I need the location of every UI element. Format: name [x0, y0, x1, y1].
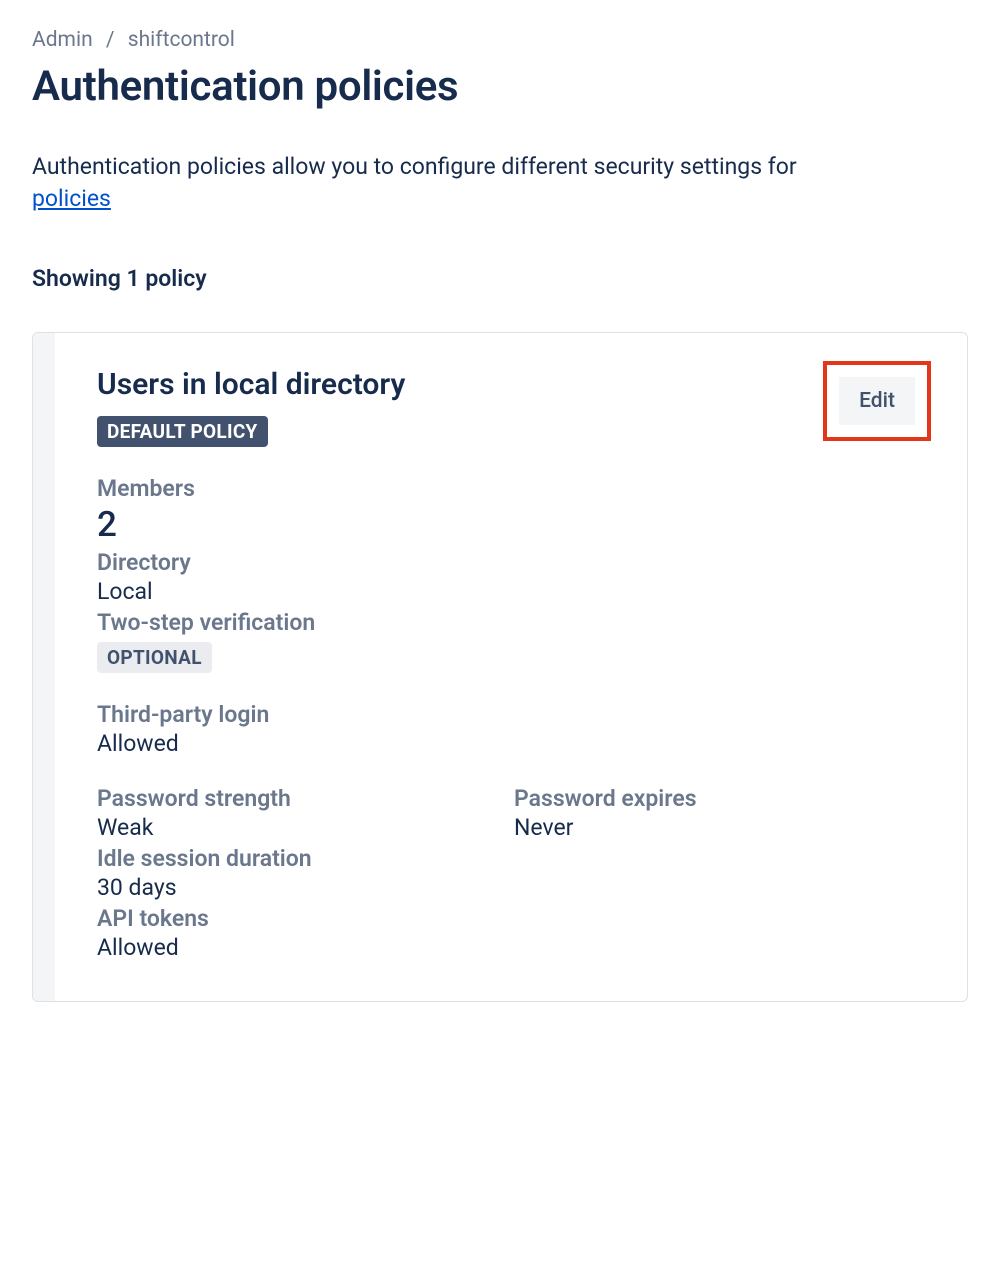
page-title: Authentication policies — [32, 62, 968, 111]
policies-link[interactable]: policies — [32, 185, 111, 212]
description-text: Authentication policies allow you to con… — [32, 153, 797, 180]
card-accent — [33, 333, 55, 1001]
thirdparty-value: Allowed — [97, 730, 931, 757]
directory-value: Local — [97, 578, 931, 605]
breadcrumb-separator: / — [106, 28, 115, 52]
members-label: Members — [97, 475, 931, 502]
edit-button[interactable]: Edit — [839, 377, 915, 425]
twostep-label: Two-step verification — [97, 609, 931, 636]
breadcrumb-org[interactable]: shiftcontrol — [128, 28, 235, 52]
breadcrumb-admin[interactable]: Admin — [32, 28, 93, 52]
twostep-badge: OPTIONAL — [97, 642, 212, 673]
breadcrumb: Admin / shiftcontrol — [32, 28, 968, 52]
pw-expires-value: Never — [514, 814, 931, 841]
default-policy-badge: DEFAULT POLICY — [97, 416, 268, 447]
directory-label: Directory — [97, 549, 931, 576]
api-label: API tokens — [97, 905, 931, 932]
api-value: Allowed — [97, 934, 931, 961]
idle-value: 30 days — [97, 874, 931, 901]
policy-card: Users in local directory DEFAULT POLICY … — [32, 332, 968, 1002]
pw-expires-label: Password expires — [514, 785, 931, 812]
thirdparty-label: Third-party login — [97, 701, 931, 728]
members-value: 2 — [97, 504, 931, 545]
pw-strength-value: Weak — [97, 814, 514, 841]
idle-label: Idle session duration — [97, 845, 931, 872]
showing-count: Showing 1 policy — [32, 265, 968, 292]
page-description: Authentication policies allow you to con… — [32, 151, 968, 215]
edit-highlight: Edit — [823, 361, 931, 441]
pw-strength-label: Password strength — [97, 785, 514, 812]
policy-title: Users in local directory — [97, 367, 405, 402]
